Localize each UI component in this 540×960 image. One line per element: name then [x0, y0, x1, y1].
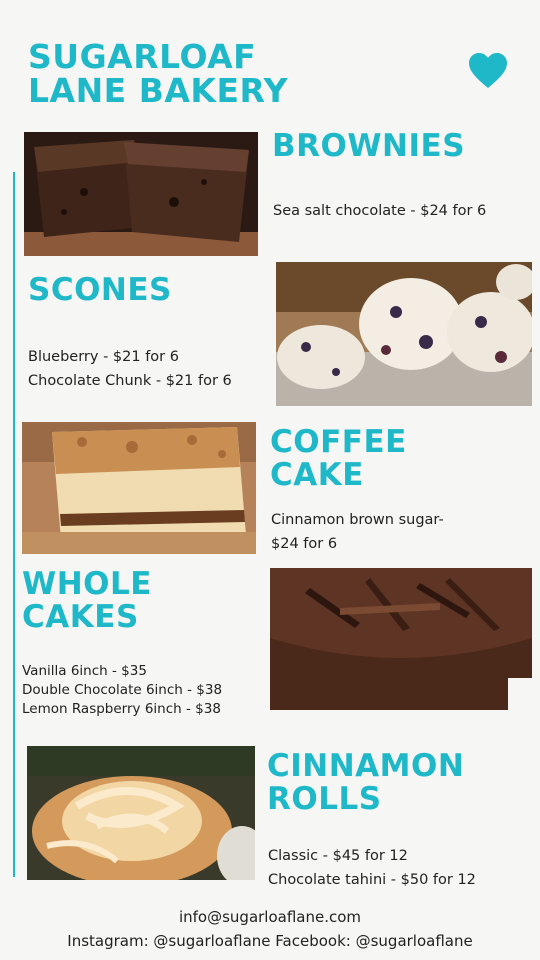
- brownies-photo: [24, 132, 258, 256]
- heart-icon: [469, 53, 507, 88]
- section-title-cinnamon-rolls: CINNAMON ROLLS: [267, 748, 465, 817]
- whole-cake-photo: [270, 568, 532, 710]
- whole-cakes-items: Vanilla 6inch - $35 Double Chocolate 6in…: [22, 662, 222, 719]
- menu-item: Chocolate Chunk - $21 for 6: [28, 373, 232, 389]
- menu-item: Cinnamon brown sugar-: [271, 512, 444, 528]
- section-title-whole-cakes: WHOLE CAKES: [22, 566, 152, 635]
- menu-item: Lemon Raspberry 6inch - $38: [22, 701, 221, 717]
- section-title-scones: SCONES: [28, 272, 172, 308]
- scones-items: Blueberry - $21 for 6 Chocolate Chunk - …: [28, 345, 232, 393]
- bakery-name-line-1: SUGARLOAF: [28, 37, 257, 76]
- menu-item: Blueberry - $21 for 6: [28, 349, 179, 365]
- coffee-cake-photo: [22, 422, 256, 554]
- accent-divider-line: [13, 172, 15, 877]
- cinnamon-rolls-photo: [27, 746, 255, 880]
- section-title-coffee-cake: COFFEE CAKE: [270, 424, 407, 493]
- menu-item: Classic - $45 for 12: [268, 848, 408, 864]
- menu-item: Vanilla 6inch - $35: [22, 663, 147, 679]
- contact-email: info@sugarloaflane.com: [178, 908, 362, 926]
- menu-item: $24 for 6: [271, 536, 338, 552]
- brownies-items: Sea salt chocolate - $24 for 6: [273, 199, 486, 223]
- menu-item: Chocolate tahini - $50 for 12: [268, 872, 476, 888]
- bakery-name: SUGARLOAF LANE BAKERY: [28, 40, 328, 108]
- cinnamon-rolls-items: Classic - $45 for 12 Chocolate tahini - …: [268, 844, 476, 892]
- section-title-brownies: BROWNIES: [272, 128, 466, 164]
- menu-item: Double Chocolate 6inch - $38: [22, 682, 223, 698]
- bakery-name-line-2: LANE BAKERY: [28, 71, 289, 110]
- scones-photo: [276, 262, 532, 406]
- coffee-cake-items: Cinnamon brown sugar- $24 for 6: [271, 508, 444, 556]
- social-handles: Instagram: @sugarloaflane Facebook: @sug…: [67, 932, 473, 950]
- menu-item: Sea salt chocolate - $24 for 6: [273, 203, 487, 219]
